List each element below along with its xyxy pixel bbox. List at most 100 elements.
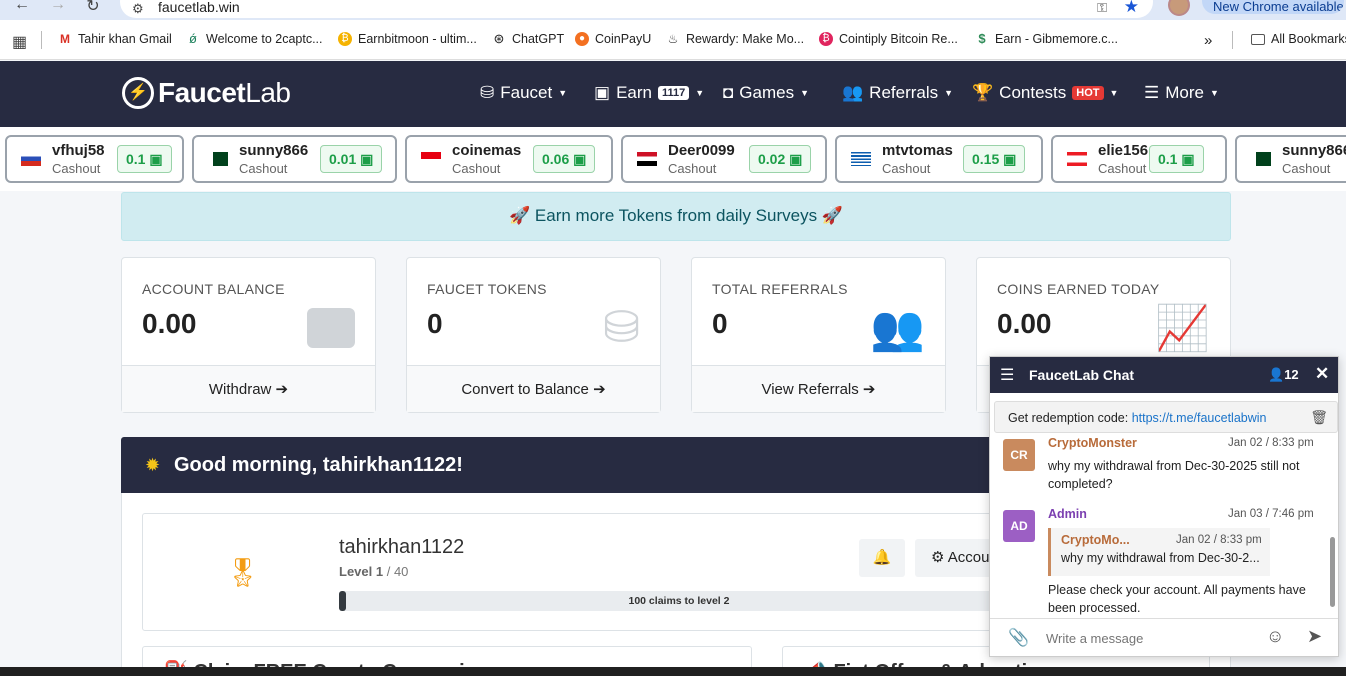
bell-icon: 🔔	[872, 549, 892, 566]
ticker-item[interactable]: vfhuj58 Cashout 0.1 ▣	[5, 135, 184, 183]
trash-icon[interactable]: 🗑	[1310, 409, 1328, 426]
bookmark-coinpayu[interactable]: ● CoinPayU	[575, 32, 651, 46]
bookmark-gmail[interactable]: M Tahir khan Gmail	[58, 32, 172, 46]
chrome-update-button[interactable]: New Chrome available	[1202, 0, 1344, 14]
bookmark-chatgpt[interactable]: ⊛ ChatGPT	[492, 32, 564, 46]
nav-earn[interactable]: ▣ Earn 1117 ▼	[594, 83, 704, 103]
apps-grid-icon[interactable]: ▦	[12, 32, 27, 52]
flag-egypt-icon	[637, 152, 657, 166]
nav-label: Earn	[616, 83, 652, 102]
message-author[interactable]: CryptoMonster	[1048, 436, 1137, 450]
survey-banner[interactable]: 🚀 Earn more Tokens from daily Surveys 🚀	[121, 192, 1231, 241]
survey-banner-text: Earn more Tokens from daily Surveys	[534, 206, 818, 225]
convert-to-balance-button[interactable]: Convert to Balance ➔	[407, 365, 660, 412]
ticker-user: sunny866	[1282, 142, 1346, 159]
pinned-link[interactable]: https://t.me/faucetlabwin	[1132, 411, 1267, 425]
browser-toolbar: ← → ↻ ⚙ faucetlab.win ⚿ ★ New Chrome ava…	[0, 0, 1346, 20]
address-bar[interactable]: ⚙ faucetlab.win ⚿ ★	[120, 0, 1153, 18]
send-icon[interactable]: ➤	[1307, 626, 1322, 647]
level-label: Level 1	[339, 564, 384, 579]
nav-referrals[interactable]: 👥 Referrals ▼	[842, 83, 953, 103]
money-bill-icon: ▣	[789, 151, 803, 167]
ticker-user: coinemas	[452, 142, 522, 159]
bookmark-cointiply[interactable]: ₿ Cointiply Bitcoin Re...	[819, 32, 958, 46]
coins-stack-icon: ⛁	[603, 303, 640, 352]
stat-card-total-referrals: TOTAL REFERRALS 0 👥 View Referrals ➔	[691, 257, 946, 413]
quoted-message: CryptoMo... Jan 02 / 8:33 pm why my with…	[1048, 528, 1270, 576]
caret-down-icon: ▼	[800, 88, 809, 98]
stat-value: 0.00	[142, 308, 197, 339]
ticker-user: elie156	[1098, 142, 1149, 159]
dollar-icon: $	[975, 32, 989, 46]
paperclip-icon[interactable]: 📎	[1008, 628, 1029, 648]
avatar[interactable]: AD	[1003, 510, 1035, 542]
forward-arrow-icon[interactable]: →	[46, 0, 70, 14]
amount-value: 0.15	[972, 151, 1000, 167]
bookmark-label: Earn - Gibmemore.c...	[995, 32, 1118, 46]
reload-icon[interactable]: ↻	[81, 0, 105, 16]
quote-text: why my withdrawal from Dec-30-2...	[1061, 551, 1260, 565]
bookmark-label: Tahir khan Gmail	[78, 32, 172, 46]
url-text: faucetlab.win	[158, 0, 240, 15]
back-arrow-icon[interactable]: ←	[10, 0, 34, 14]
message-text: Please check your account. All payments …	[1048, 583, 1306, 615]
chat-title: FaucetLab Chat	[1029, 367, 1135, 383]
view-referrals-button[interactable]: View Referrals ➔	[692, 365, 945, 412]
ticker-amount: 0.1 ▣	[117, 145, 172, 173]
flag-indonesia-icon	[421, 152, 441, 166]
bars-icon: ☰	[1144, 83, 1160, 102]
all-bookmarks-button[interactable]: All Bookmarks	[1251, 32, 1346, 46]
message-input[interactable]	[1046, 627, 1256, 649]
profile-avatar[interactable]	[1168, 0, 1190, 16]
nav-more[interactable]: ☰ More ▼	[1144, 83, 1219, 103]
withdraw-button[interactable]: Withdraw ➔	[122, 365, 375, 412]
bookmark-2captcha[interactable]: ǿ Welcome to 2captc...	[186, 32, 323, 46]
chat-widget: ☰ FaucetLab Chat 👤12 ✕ Get redemption co…	[989, 356, 1339, 657]
ticker-item[interactable]: elie156 Cashout 0.1 ▣	[1051, 135, 1227, 183]
cointiply-icon: ₿	[819, 32, 833, 46]
nav-games[interactable]: ◘ Games ▼	[723, 83, 809, 103]
folder-icon	[1251, 33, 1265, 45]
ticker-item[interactable]: mtvtomas Cashout 0.15 ▣	[835, 135, 1043, 183]
trophy-icon: 🏆	[972, 83, 994, 102]
ticker-item[interactable]: sunny866 Cashout	[1235, 135, 1346, 183]
close-icon[interactable]: ✕	[1315, 364, 1329, 384]
notifications-button[interactable]: 🔔	[859, 539, 905, 577]
ticker-item[interactable]: Deer0099 Cashout 0.02 ▣	[621, 135, 827, 183]
bitcoin-icon: ₿	[338, 32, 352, 46]
nav-label: Faucet	[500, 83, 553, 102]
flag-pakistan-icon	[208, 152, 228, 166]
gamepad-icon: ◘	[723, 83, 734, 102]
profile-level: Level 1 / 40	[339, 564, 408, 579]
user-icon: 👤	[1268, 367, 1285, 382]
rocket-icon: 🚀	[821, 206, 843, 225]
nav-contests[interactable]: 🏆 Contests HOT ▼	[972, 83, 1118, 103]
wallet-icon	[307, 302, 355, 348]
message-author[interactable]: Admin	[1048, 507, 1087, 521]
site-logo[interactable]: ⚡ FaucetLab	[122, 77, 291, 109]
ticker-item[interactable]: coinemas Cashout 0.06 ▣	[405, 135, 613, 183]
bookmarks-overflow-button[interactable]: »	[1204, 32, 1212, 49]
ticker-action: Cashout	[1098, 161, 1147, 176]
users-group-icon: 👥	[870, 304, 925, 353]
divider	[41, 31, 42, 49]
bookmark-earnbitmoon[interactable]: ₿ Earnbitmoon - ultim...	[338, 32, 477, 46]
flag-greece-icon	[851, 152, 871, 166]
online-count: 12	[1284, 367, 1299, 382]
chat-menu-icon[interactable]: ☰	[1000, 365, 1014, 385]
ticker-user: mtvtomas	[882, 142, 953, 159]
emoji-icon[interactable]: ☺	[1266, 626, 1284, 647]
nav-faucet[interactable]: ⛁ Faucet ▼	[480, 83, 567, 103]
bookmark-gibmemore[interactable]: $ Earn - Gibmemore.c...	[975, 32, 1118, 46]
nav-label: Games	[739, 83, 795, 102]
password-key-icon[interactable]: ⚿	[1097, 0, 1107, 16]
bookmark-star-icon[interactable]: ★	[1124, 0, 1139, 17]
site-info-icon[interactable]: ⚙	[132, 1, 144, 17]
ticker-item[interactable]: sunny866 Cashout 0.01 ▣	[192, 135, 397, 183]
bookmark-rewardy[interactable]: ♨ Rewardy: Make Mo...	[666, 32, 804, 46]
avatar[interactable]: CR	[1003, 439, 1035, 471]
progress-label: 100 claims to level 2	[628, 595, 730, 607]
message-time: Jan 03 / 7:46 pm	[1228, 508, 1314, 520]
captcha-icon: ǿ	[186, 32, 200, 46]
chat-scrollbar[interactable]	[1330, 537, 1335, 607]
